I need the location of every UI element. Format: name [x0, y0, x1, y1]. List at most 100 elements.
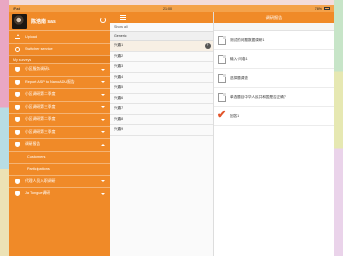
profile-header[interactable]: 陈浩南 sas: [9, 12, 110, 30]
sidebar-item-upload[interactable]: Upload: [9, 30, 110, 43]
sidebar-item-label: Report ASP to NanoADU报告: [25, 79, 75, 84]
list-item[interactable]: 兴趣6: [110, 94, 213, 104]
sidebar-item-label: 小区调研第三季度: [25, 129, 56, 134]
sidebar-item-label: 代理人员入职调研: [25, 178, 56, 183]
chevron-down-icon[interactable]: [101, 106, 105, 108]
list-pane: Show all Generic 兴趣1 兴趣2 兴趣3 兴趣4 兴趣5 兴趣6…: [110, 12, 214, 256]
sidebar-item-survey[interactable]: Ja Tongue调研: [9, 187, 110, 200]
background-left-strip: [0, 0, 9, 256]
sidebar-item-switcher[interactable]: Switcher service: [9, 42, 110, 56]
list-item[interactable]: 兴趣2: [110, 52, 213, 62]
sidebar-section-header: My surveys: [9, 55, 110, 63]
checklist-item[interactable]: 测试的问题数据调研1: [214, 31, 334, 50]
battery-icon: [324, 7, 330, 10]
checklist-item-label: 单选题目中华人民共和国是否正确？: [230, 94, 288, 99]
list-item-label: 兴趣7: [114, 106, 124, 111]
shield-icon: [15, 142, 20, 148]
gear-icon: [15, 46, 20, 52]
sidebar-item-label: 小区调研第二季度: [25, 117, 56, 122]
sidebar-item-label: 小区调研第二季度: [25, 92, 56, 97]
shield-icon: [15, 104, 20, 110]
sidebar-subitem-label: Customers: [27, 155, 46, 159]
checklist-item[interactable]: 单选题目中华人民共和国是否正确？: [214, 88, 334, 107]
upload-icon: [15, 34, 20, 40]
sidebar-item-survey[interactable]: 小区调研第三季度: [9, 125, 110, 139]
sidebar-item-label: Switcher service: [25, 47, 53, 52]
profile-name: 陈浩南 sas: [31, 18, 56, 25]
chevron-down-icon[interactable]: [101, 68, 105, 71]
chevron-down-icon[interactable]: [101, 81, 105, 83]
list-item[interactable]: 兴趣5: [110, 83, 213, 94]
chevron-down-icon[interactable]: [101, 118, 105, 121]
sidebar-item-survey[interactable]: 小区调研第三季度: [9, 100, 110, 114]
menu-icon[interactable]: [120, 15, 126, 20]
sidebar-subitem-label: Participations: [27, 167, 50, 171]
shield-icon: [15, 178, 20, 184]
sidebar-item-survey[interactable]: 小区调研第二季度: [9, 113, 110, 126]
list-group-header: Generic: [110, 32, 213, 41]
show-all-link[interactable]: Show all: [110, 23, 213, 32]
tablet-screen: iPad 21:00 78% 陈浩南 sas Upload Switcher s…: [9, 5, 334, 256]
sidebar-item-label: 小区服务调研1: [25, 67, 50, 72]
list-item[interactable]: 兴趣3: [110, 62, 213, 73]
list-item-label: 兴趣9: [114, 127, 124, 132]
checklist-item-checked[interactable]: ✔ 回答1: [214, 107, 334, 126]
checklist-item-label: 测试的问题数据调研1: [230, 37, 265, 42]
avatar[interactable]: [12, 13, 27, 29]
chevron-right-circle-icon[interactable]: [205, 42, 211, 49]
sidebar-item-label: Ja Tongue调研: [25, 191, 51, 196]
sidebar-subitem-participations[interactable]: Participations: [9, 162, 110, 175]
status-bar: iPad 21:00 78%: [9, 5, 334, 12]
chevron-down-icon[interactable]: [101, 93, 105, 96]
shield-icon: [15, 67, 20, 73]
checkmark-icon: ✔: [217, 109, 227, 121]
list-item[interactable]: 兴趣9: [110, 125, 213, 136]
detail-pane: 调研报告 测试的问题数据调研1 输入·问卷1 选择题调查 单选题目中华人民共和国…: [214, 12, 334, 256]
carrier-label: iPad: [13, 6, 21, 11]
document-icon: [218, 36, 226, 45]
document-icon: [218, 93, 226, 102]
list-item-label: 兴趣5: [114, 85, 124, 90]
checklist-item[interactable]: 输入·问卷1: [214, 50, 334, 69]
document-icon: [218, 74, 226, 83]
list-item-label: 兴趣2: [114, 53, 124, 58]
battery-percent: 78%: [314, 6, 322, 11]
chevron-down-icon[interactable]: [101, 131, 105, 133]
clock: 21:00: [163, 6, 172, 11]
sidebar-subitem-customers[interactable]: Customers: [9, 150, 110, 163]
sidebar-item-survey[interactable]: 小区调研第二季度: [9, 88, 110, 101]
chevron-down-icon[interactable]: [101, 192, 105, 195]
chevron-down-icon[interactable]: [101, 180, 105, 182]
detail-pane-title: 调研报告: [214, 12, 334, 23]
chevron-up-icon[interactable]: [101, 143, 105, 146]
sidebar-item-survey[interactable]: Report ASP to NanoADU报告: [9, 75, 110, 89]
list-item-label: 兴趣4: [114, 74, 124, 79]
sidebar-item-survey[interactable]: 代理人员入职调研: [9, 174, 110, 188]
checklist-item-label: 输入·问卷1: [230, 56, 248, 61]
sidebar-item-label: Upload: [25, 34, 38, 39]
list-item-label: 兴趣1: [114, 43, 124, 48]
list-item[interactable]: 兴趣7: [110, 104, 213, 115]
sidebar-item-survey[interactable]: 小区服务调研1: [9, 63, 110, 76]
list-item[interactable]: 兴趣8: [110, 115, 213, 125]
checklist-item[interactable]: 选择题调查: [214, 69, 334, 88]
shield-icon: [15, 92, 20, 98]
detail-pane-toolbar: [214, 23, 334, 31]
section-label: My surveys: [13, 57, 32, 62]
checklist-item-label: 选择题调查: [230, 75, 248, 80]
list-item[interactable]: 兴趣4: [110, 73, 213, 83]
refresh-icon[interactable]: [100, 17, 106, 23]
list-pane-header: [110, 12, 213, 23]
list-item[interactable]: 兴趣1: [110, 41, 213, 52]
checklist-item-label: 回答1: [230, 113, 240, 118]
sidebar-item-label: 调研报告: [25, 142, 41, 147]
sidebar: 陈浩南 sas Upload Switcher service My surve…: [9, 12, 110, 256]
list-item-label: 兴趣6: [114, 95, 124, 100]
shield-icon: [15, 191, 20, 197]
sidebar-item-survey-expanded[interactable]: 调研报告: [9, 138, 110, 151]
shield-icon: [15, 117, 20, 123]
sidebar-item-label: 小区调研第三季度: [25, 104, 56, 109]
document-icon: [218, 55, 226, 64]
list-item-label: 兴趣8: [114, 116, 124, 121]
background-right-strip: [334, 0, 343, 256]
